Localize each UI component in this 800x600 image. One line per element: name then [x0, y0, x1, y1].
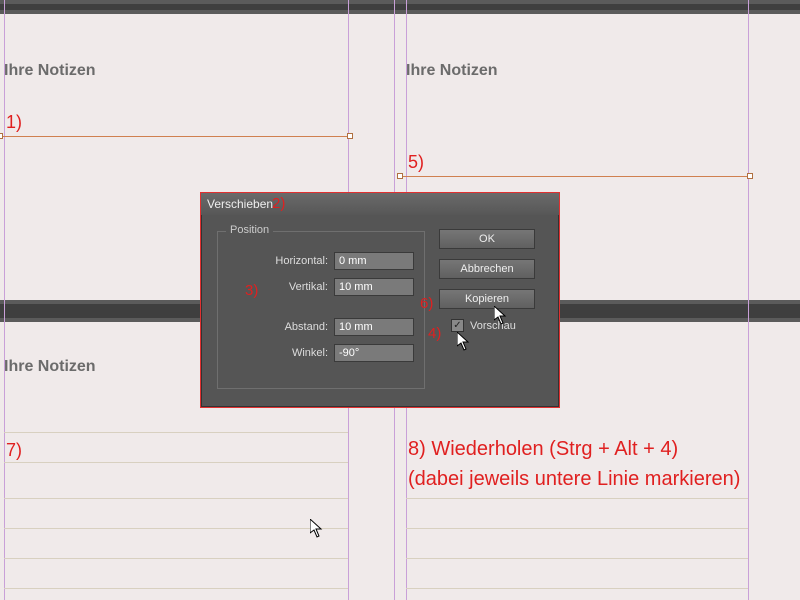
- distance-input[interactable]: [334, 318, 414, 336]
- angle-label: Winkel:: [292, 347, 328, 359]
- move-dialog: Verschieben Position Horizontal: Vertika…: [200, 192, 560, 408]
- annotation-1: 1): [6, 112, 22, 133]
- notes-heading: Ihre Notizen: [406, 62, 498, 80]
- ruled-line: [4, 462, 348, 463]
- annotation-2: 2): [272, 195, 285, 212]
- position-fieldset: Position Horizontal: Vertikal: Abstand: …: [217, 231, 425, 389]
- cancel-button[interactable]: Abbrechen: [439, 259, 535, 279]
- selection-handle[interactable]: [397, 173, 403, 179]
- fieldset-legend: Position: [226, 224, 273, 236]
- guide-vertical: [4, 0, 5, 600]
- preview-checkbox-wrap[interactable]: ✓ Vorschau: [451, 319, 516, 332]
- distance-label: Abstand:: [285, 321, 328, 333]
- ok-button[interactable]: OK: [439, 229, 535, 249]
- guide-horizontal: [4, 498, 348, 499]
- selection-handle[interactable]: [747, 173, 753, 179]
- guide-horizontal: [4, 528, 348, 529]
- annotation-8-line2: (dabei jeweils untere Linie markieren): [408, 468, 740, 491]
- dialog-title-bar[interactable]: Verschieben: [201, 193, 559, 215]
- annotation-4: 4): [428, 325, 441, 342]
- top-app-bar: [0, 0, 800, 14]
- selected-line[interactable]: [0, 136, 350, 137]
- vertical-input[interactable]: [334, 278, 414, 296]
- ruled-line: [4, 432, 348, 433]
- dialog-title: Verschieben: [207, 197, 273, 211]
- selection-handle[interactable]: [0, 133, 3, 139]
- copy-button[interactable]: Kopieren: [439, 289, 535, 309]
- selection-handle[interactable]: [347, 133, 353, 139]
- selected-line[interactable]: [400, 176, 750, 177]
- notes-heading: Ihre Notizen: [4, 62, 96, 80]
- annotation-7: 7): [6, 440, 22, 461]
- preview-checkbox[interactable]: ✓: [451, 319, 464, 332]
- cursor-icon: [310, 519, 324, 539]
- guide-horizontal: [406, 528, 748, 529]
- annotation-6: 6): [420, 295, 433, 312]
- vertical-label: Vertikal:: [289, 281, 328, 293]
- angle-input[interactable]: [334, 344, 414, 362]
- guide-horizontal: [406, 558, 748, 559]
- annotation-3: 3): [245, 282, 258, 299]
- notes-heading: Ihre Notizen: [4, 358, 96, 376]
- guide-horizontal: [4, 588, 348, 589]
- guide-horizontal: [4, 558, 348, 559]
- annotation-5: 5): [408, 152, 424, 173]
- guide-vertical: [748, 0, 749, 600]
- preview-label: Vorschau: [470, 320, 516, 332]
- horizontal-label: Horizontal:: [275, 255, 328, 267]
- guide-horizontal: [406, 588, 748, 589]
- annotation-8-line1: 8) Wiederholen (Strg + Alt + 4): [408, 438, 678, 461]
- guide-horizontal: [406, 498, 748, 499]
- horizontal-input[interactable]: [334, 252, 414, 270]
